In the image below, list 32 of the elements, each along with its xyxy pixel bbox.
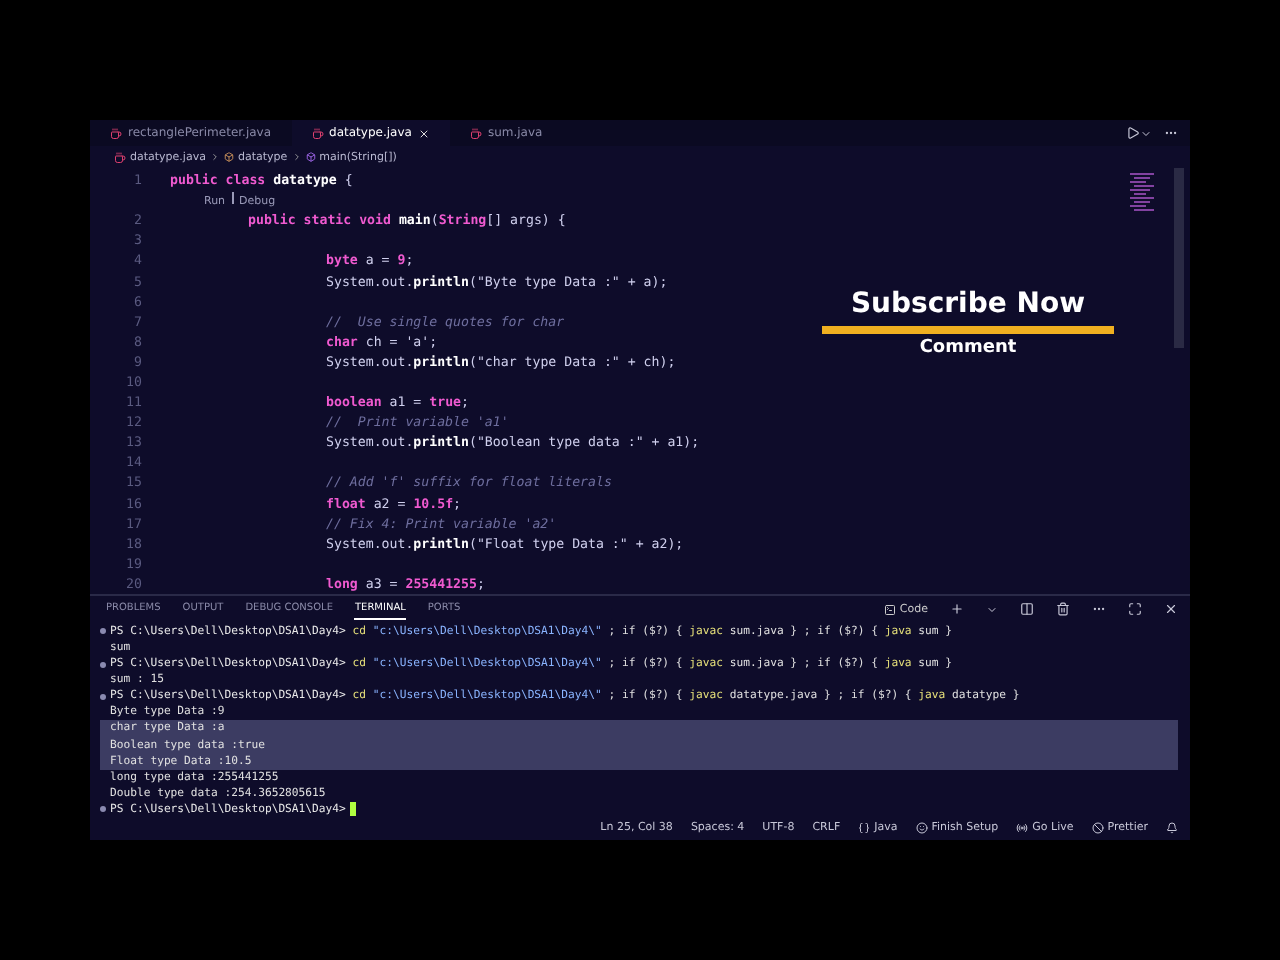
no-entry-icon [1091, 822, 1104, 835]
scrollbar[interactable] [1174, 168, 1184, 349]
split-icon[interactable] [1020, 602, 1034, 617]
bell-icon[interactable] [1166, 822, 1178, 835]
more-icon[interactable] [1164, 126, 1178, 140]
chevron-icon [209, 152, 220, 162]
trash-icon[interactable] [1056, 602, 1070, 617]
maximize-icon[interactable] [1128, 602, 1142, 617]
java-file-icon [311, 127, 324, 139]
subscribe-title: Subscribe Now [850, 288, 1086, 321]
method-icon [305, 152, 316, 162]
status-dot [100, 661, 106, 668]
run-icon[interactable] [1126, 126, 1140, 140]
terminal-cursor [349, 802, 356, 817]
smiley-icon [915, 822, 928, 835]
terminal-icon [883, 603, 896, 616]
status-dot [100, 806, 106, 813]
plus-icon[interactable] [950, 602, 964, 617]
broadcast-icon [1016, 822, 1029, 835]
status-dot [100, 628, 106, 635]
java-file-icon [114, 151, 126, 163]
close-icon[interactable] [417, 127, 430, 139]
java-file-icon [110, 127, 122, 139]
java-file-icon [469, 127, 482, 139]
status-dot [100, 693, 106, 700]
caret-icon[interactable] [1140, 127, 1152, 139]
chevron-icon [291, 152, 302, 162]
caret-icon[interactable] [986, 603, 998, 616]
close-icon[interactable] [1164, 602, 1178, 617]
class-icon [223, 152, 234, 162]
braces-icon [858, 822, 871, 835]
comment-label: Comment [919, 338, 1017, 359]
